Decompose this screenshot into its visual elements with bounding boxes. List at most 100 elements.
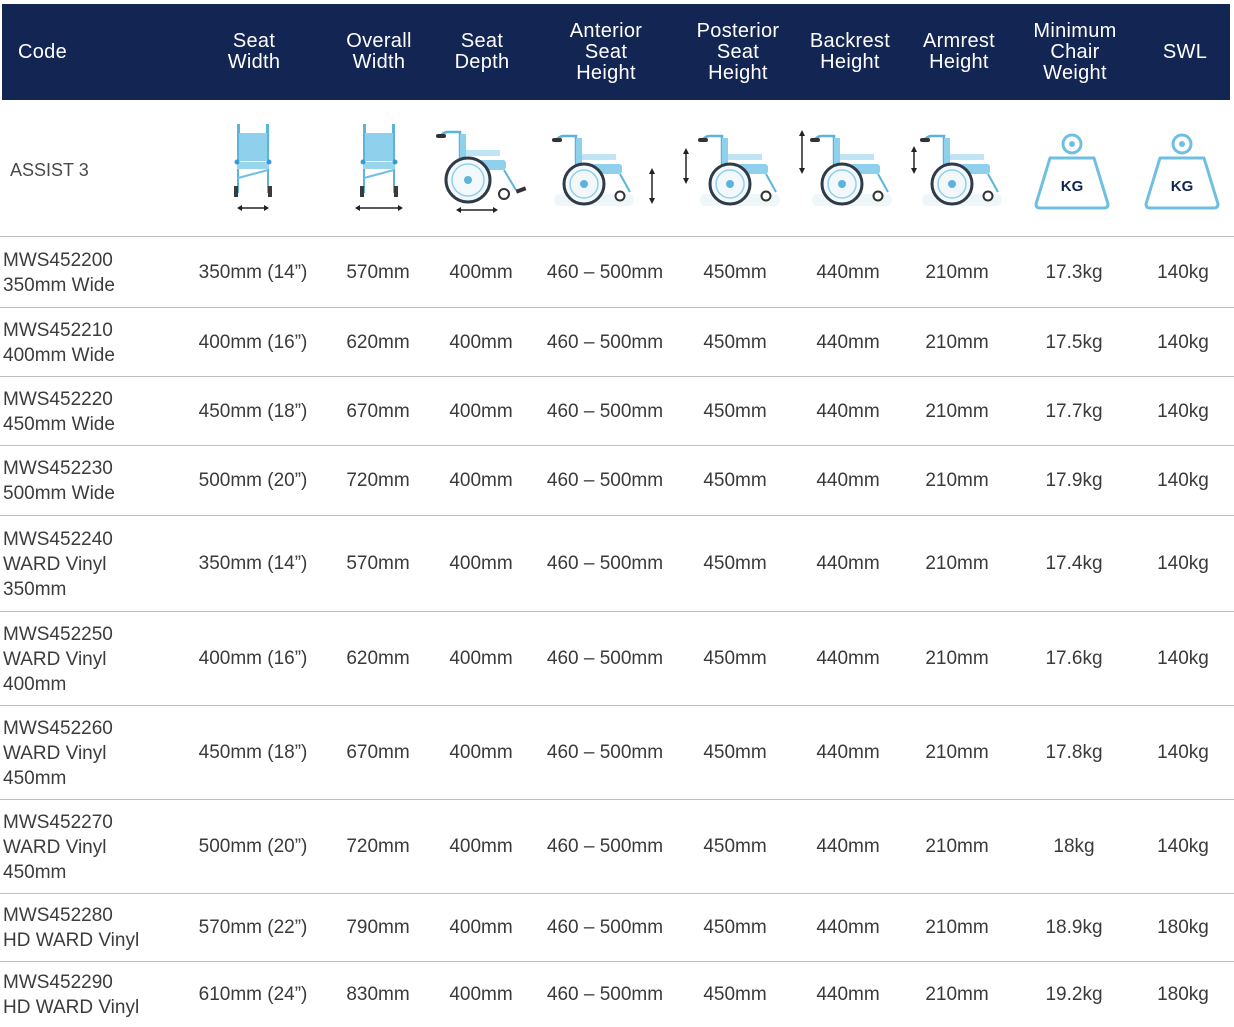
overall-width-cell: 620mm (346, 648, 410, 669)
overall-width-cell: 830mm (346, 983, 410, 1005)
armrest-cell: 210mm (925, 261, 989, 283)
seat-depth-cell: 400mm (449, 553, 513, 574)
min-weight-cell: 17.4kg (1045, 553, 1103, 574)
armrest-cell: 210mm (925, 470, 989, 491)
overall-width-cell: 570mm (346, 553, 410, 574)
product-description: HD WARD Vinyl (3, 930, 140, 951)
seat-width-cell: 400mm (16”) (198, 648, 308, 669)
table-row: MWS452290 HD WARD Vinyl 610mm (24”) 830mm 40… (0, 962, 1234, 1027)
posterior-cell: 450mm (703, 742, 767, 763)
product-code: MWS452260 (3, 717, 113, 739)
product-description: 450mm (3, 767, 67, 789)
header-anterior-seat-height: Anterior Seat Height (569, 19, 643, 84)
min-weight-cell: 17.5kg (1045, 331, 1103, 353)
anterior-cell: 460 – 500mm (546, 331, 664, 353)
product-code: MWS452220 (3, 388, 113, 410)
min-weight-cell: 18.9kg (1045, 917, 1103, 938)
product-code: MWS452210 (3, 319, 113, 341)
posterior-cell: 450mm (703, 331, 767, 353)
product-description: 350mm Wide (3, 274, 115, 296)
seat-width-icon (210, 104, 296, 236)
table-row: MWS452200 350mm Wide 350mm (14”) 570mm 400mm… (0, 237, 1234, 308)
posterior-cell: 450mm (703, 553, 767, 574)
swl-cell: 140kg (1157, 648, 1209, 669)
seat-width-cell: 610mm (24”) (198, 983, 308, 1005)
table-row: MWS452260 WARD Vinyl 450mm 450mm (18”) 670mm… (0, 706, 1234, 800)
backrest-cell: 440mm (816, 836, 880, 857)
min-weight-cell: 17.9kg (1045, 470, 1103, 491)
header-backrest-height: Backrest Height (809, 30, 891, 73)
product-description: WARD Vinyl (3, 553, 107, 575)
backrest-cell: 440mm (816, 470, 880, 491)
table-row: MWS452250 WARD Vinyl 400mm 400mm (16”) 620mm… (0, 612, 1234, 706)
product-code: MWS452240 (3, 528, 113, 550)
backrest-cell: 440mm (816, 983, 880, 1005)
product-description: 350mm (3, 578, 67, 600)
posterior-seat-height-icon (676, 104, 796, 236)
seat-width-cell: 500mm (20”) (198, 836, 308, 857)
header-armrest-height: Armrest Height (922, 30, 996, 73)
table-row: MWS452280 HD WARD Vinyl 570mm (22”) 790mm 40… (0, 894, 1234, 962)
backrest-cell: 440mm (816, 742, 880, 763)
armrest-cell: 210mm (925, 648, 989, 669)
swl-cell: 140kg (1157, 261, 1209, 283)
posterior-cell: 450mm (703, 917, 767, 938)
seat-width-cell: 570mm (22”) (198, 917, 308, 938)
backrest-cell: 440mm (816, 917, 880, 938)
min-weight-cell: 17.8kg (1045, 742, 1103, 763)
anterior-cell: 460 – 500mm (546, 648, 664, 669)
swl-cell: 140kg (1157, 470, 1209, 491)
armrest-cell: 210mm (925, 836, 989, 857)
table-header: Code Seat Width Overall Width Seat Depth An… (2, 4, 1230, 100)
product-code-cell: MWS452200 350mm Wide (3, 237, 183, 308)
table-row: MWS452210 400mm Wide 400mm (16”) 620mm 400mm… (0, 308, 1234, 377)
seat-depth-cell: 400mm (449, 983, 513, 1005)
min-weight-cell: 17.3kg (1045, 261, 1103, 283)
header-overall-width: Overall Width (346, 30, 412, 73)
armrest-cell: 210mm (925, 331, 989, 353)
overall-width-cell: 570mm (346, 261, 410, 283)
table-row: MWS452240 WARD Vinyl 350mm 350mm (14”) 570mm… (0, 516, 1234, 612)
armrest-cell: 210mm (925, 983, 989, 1005)
product-code-cell: MWS452270 WARD Vinyl 450mm (3, 800, 183, 894)
min-weight-cell: 18kg (1053, 836, 1095, 857)
seat-depth-cell: 400mm (449, 742, 513, 763)
product-description: WARD Vinyl (3, 836, 107, 858)
product-code-cell: MWS452230 500mm Wide (3, 446, 183, 516)
backrest-cell: 440mm (816, 553, 880, 574)
seat-depth-cell: 400mm (449, 331, 513, 353)
seat-width-cell: 350mm (14”) (198, 261, 308, 283)
product-description: 450mm (3, 861, 67, 883)
header-code: Code (18, 40, 68, 63)
header-posterior-seat-height: Posterior Seat Height (696, 19, 780, 84)
swl-cell: 140kg (1157, 742, 1209, 763)
swl-cell: 180kg (1157, 983, 1209, 1005)
table-row: MWS452270 WARD Vinyl 450mm 500mm (20”) 720mm… (0, 800, 1234, 894)
anterior-cell: 460 – 500mm (546, 470, 664, 491)
product-code-cell: MWS452250 WARD Vinyl 400mm (3, 612, 183, 706)
anterior-cell: 460 – 500mm (546, 261, 664, 283)
armrest-cell: 210mm (925, 742, 989, 763)
header-swl: SWL (1162, 40, 1208, 63)
spec-table: { "header": { "code": "Code", "seat_widt… (0, 0, 1234, 1027)
backrest-cell: 440mm (816, 261, 880, 283)
header-minimum-chair-weight: Minimum Chair Weight (1033, 19, 1117, 84)
backrest-cell: 440mm (816, 331, 880, 353)
product-code: MWS452200 (3, 249, 113, 271)
overall-width-cell: 790mm (346, 917, 410, 938)
overall-width-cell: 720mm (346, 470, 410, 491)
armrest-cell: 210mm (925, 917, 989, 938)
posterior-cell: 450mm (703, 400, 767, 422)
swl-cell: 140kg (1157, 553, 1209, 574)
product-description: WARD Vinyl (3, 742, 107, 764)
seat-width-cell: 500mm (20”) (198, 470, 308, 491)
product-description: 450mm Wide (3, 413, 115, 435)
seat-width-cell: 400mm (16”) (198, 331, 308, 353)
product-code-cell: MWS452280 HD WARD Vinyl (3, 894, 183, 962)
anterior-cell: 460 – 500mm (546, 400, 664, 422)
swl-cell: 140kg (1157, 836, 1209, 857)
kg-label: KG (1171, 178, 1194, 195)
overall-width-icon (336, 104, 422, 236)
product-code-cell: MWS452210 400mm Wide (3, 308, 183, 377)
seat-width-cell: 350mm (14”) (198, 553, 308, 574)
